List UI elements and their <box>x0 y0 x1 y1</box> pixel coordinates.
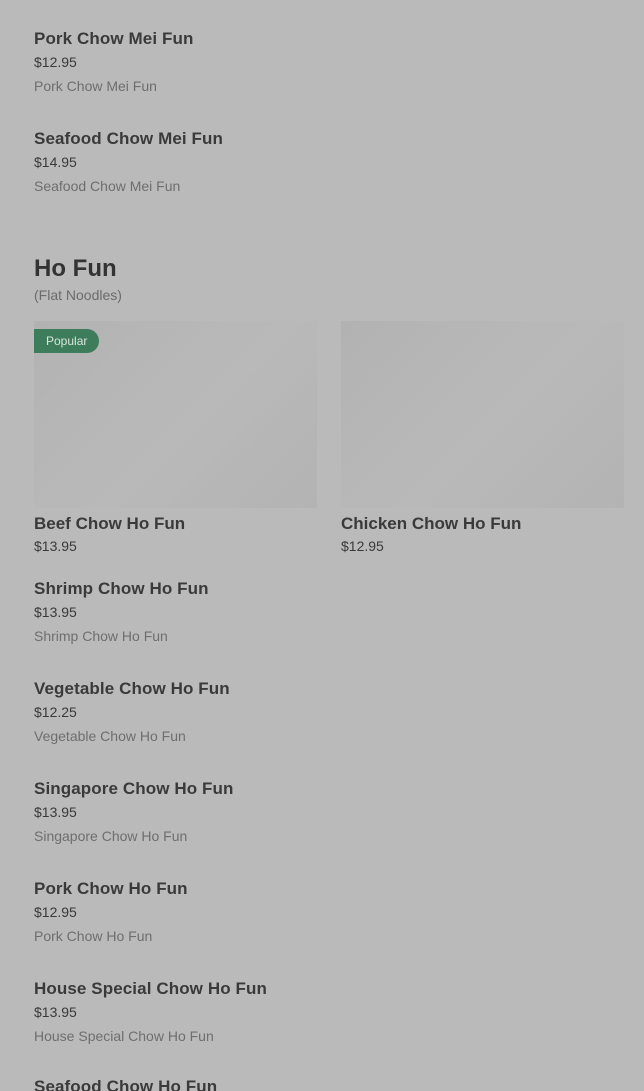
menu-item-house-special-chow-ho-fun[interactable]: House Special Chow Ho Fun $13.95 House S… <box>34 978 610 1045</box>
item-image <box>341 321 624 508</box>
featured-card-chicken-chow-ho-fun[interactable]: Chicken Chow Ho Fun $12.95 <box>341 321 624 555</box>
item-description: House Special Chow Ho Fun <box>34 1028 214 1044</box>
menu-item-vegetable-chow-ho-fun[interactable]: Vegetable Chow Ho Fun $12.25 Vegetable C… <box>34 678 610 745</box>
menu-item-seafood-chow-ho-fun[interactable]: Seafood Chow Ho Fun <box>34 1076 610 1091</box>
item-name: Vegetable Chow Ho Fun <box>34 679 230 698</box>
item-price: $13.95 <box>34 1004 77 1020</box>
item-name: House Special Chow Ho Fun <box>34 979 267 998</box>
item-description: Vegetable Chow Ho Fun <box>34 728 186 744</box>
menu-item-shrimp-chow-ho-fun[interactable]: Shrimp Chow Ho Fun $13.95 Shrimp Chow Ho… <box>34 578 610 645</box>
menu-page: Pork Chow Mei Fun $12.95 Pork Chow Mei F… <box>0 0 644 1091</box>
featured-card-beef-chow-ho-fun[interactable]: Popular Beef Chow Ho Fun $13.95 <box>34 321 317 555</box>
item-name: Pork Chow Ho Fun <box>34 879 188 898</box>
popular-badge: Popular <box>34 329 100 353</box>
item-price: $12.95 <box>34 54 77 70</box>
item-name: Singapore Chow Ho Fun <box>34 779 234 798</box>
section-subtitle: (Flat Noodles) <box>34 287 122 303</box>
item-price: $13.95 <box>34 604 77 620</box>
item-description: Singapore Chow Ho Fun <box>34 828 188 844</box>
item-price: $14.95 <box>34 154 77 170</box>
card-price: $12.95 <box>341 538 384 554</box>
item-price: $12.25 <box>34 704 77 720</box>
section-title: Ho Fun <box>34 255 117 282</box>
item-name: Pork Chow Mei Fun <box>34 29 194 48</box>
item-price: $12.95 <box>34 904 77 920</box>
menu-item-seafood-chow-mei-fun[interactable]: Seafood Chow Mei Fun $14.95 Seafood Chow… <box>34 128 610 195</box>
card-price: $13.95 <box>34 538 77 554</box>
item-description: Pork Chow Mei Fun <box>34 78 157 94</box>
item-price: $13.95 <box>34 804 77 820</box>
menu-item-pork-chow-mei-fun[interactable]: Pork Chow Mei Fun $12.95 Pork Chow Mei F… <box>34 28 610 95</box>
item-image: Popular <box>34 321 317 508</box>
item-name: Seafood Chow Mei Fun <box>34 129 223 148</box>
card-name: Chicken Chow Ho Fun <box>341 514 522 533</box>
item-description: Seafood Chow Mei Fun <box>34 178 181 194</box>
item-description: Shrimp Chow Ho Fun <box>34 628 168 644</box>
item-name: Seafood Chow Ho Fun <box>34 1077 218 1091</box>
item-description: Pork Chow Ho Fun <box>34 928 153 944</box>
menu-item-singapore-chow-ho-fun[interactable]: Singapore Chow Ho Fun $13.95 Singapore C… <box>34 778 610 845</box>
item-name: Shrimp Chow Ho Fun <box>34 579 209 598</box>
card-name: Beef Chow Ho Fun <box>34 514 186 533</box>
menu-item-pork-chow-ho-fun[interactable]: Pork Chow Ho Fun $12.95 Pork Chow Ho Fun <box>34 878 610 945</box>
